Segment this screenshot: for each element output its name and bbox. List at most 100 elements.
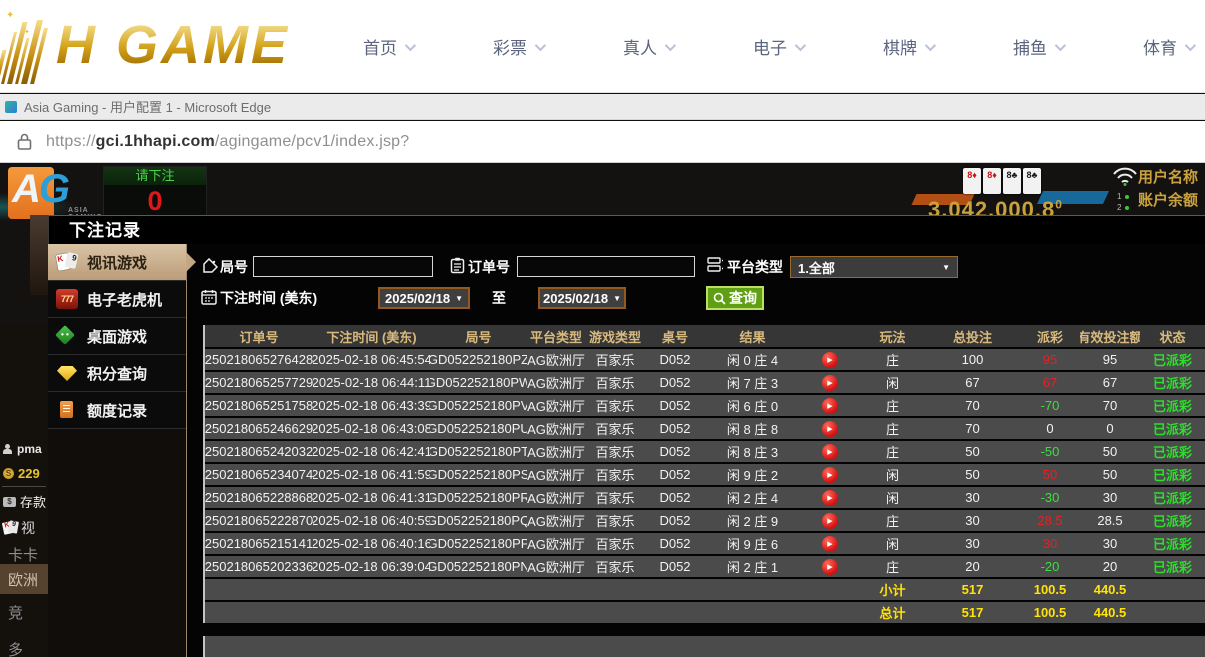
cell-play: ▶ (800, 372, 860, 393)
grand-total-row-cell: 总计 (860, 602, 925, 623)
play-video-button[interactable]: ▶ (822, 352, 838, 368)
cell-bet-time-value: 2025-02-18 06:44:11 (313, 375, 430, 390)
cell-bet-time: 2025-02-18 06:39:04 (313, 556, 430, 577)
cell-status-value: 已派彩 (1153, 534, 1192, 553)
modal-menu-item-1[interactable]: K9视讯游戏 (48, 244, 186, 281)
nav-item-5[interactable]: 棋牌 (843, 0, 973, 93)
nav-item-7[interactable]: 体育 (1103, 0, 1205, 93)
cell-bet-time-value: 2025-02-18 06:41:31 (313, 490, 430, 505)
cell-payout-value: 28.5 (1037, 513, 1062, 528)
cell-play-type-value: 庄 (886, 442, 899, 461)
nav-item-1[interactable]: 首页 (323, 0, 453, 93)
lobby-item-jing[interactable]: 竞 (8, 602, 23, 623)
logo-bars-icon (0, 20, 50, 84)
platform-type-value: 1.全部 (798, 258, 835, 277)
modal-menu-item-5[interactable]: 额度记录 (48, 392, 186, 429)
cell-status: 已派彩 (1140, 441, 1205, 462)
site-logo[interactable]: ✦ ✦ H GAME (0, 6, 310, 88)
lobby-item-europe[interactable]: 欧洲 (0, 564, 48, 594)
nav-item-4[interactable]: 电子 (713, 0, 843, 93)
cell-status: 已派彩 (1140, 510, 1205, 531)
play-video-button[interactable]: ▶ (822, 375, 838, 391)
play-video-button[interactable]: ▶ (822, 490, 838, 506)
subtotal-row-cell (205, 579, 313, 600)
cell-status: 已派彩 (1140, 487, 1205, 508)
cell-total-bet: 100 (925, 349, 1020, 370)
play-video-button[interactable]: ▶ (822, 536, 838, 552)
chevron-down-icon (405, 39, 416, 50)
cell-total-bet: 70 (925, 395, 1020, 416)
info-label: 账户余额 (1138, 189, 1205, 212)
cell-valid-bet-value: 30 (1103, 536, 1117, 551)
cell-game-type: 百家乐 (585, 510, 645, 531)
cell-round-no: GD052252180PT (430, 441, 527, 462)
order-no-input[interactable] (517, 256, 695, 277)
cell-payout-value: -30 (1041, 490, 1060, 505)
modal-menu-item-2[interactable]: 777电子老虎机 (48, 281, 186, 318)
modal-menu-item-4[interactable]: 积分查询 (48, 355, 186, 392)
cell-round-no-value: GD052252180PV (430, 398, 527, 413)
modal-menu: K9视讯游戏777电子老虎机桌面游戏积分查询额度记录 (48, 244, 187, 657)
cell-status-value: 已派彩 (1153, 488, 1192, 507)
cell-order-no-value: 250218065228868 (205, 490, 313, 505)
play-video-button[interactable]: ▶ (822, 513, 838, 529)
cell-total-bet-value: 50 (965, 444, 979, 459)
cell-round-no-value: GD052252180PZ (430, 352, 527, 367)
cell-play-type-value: 庄 (886, 350, 899, 369)
deposit-button[interactable]: $ 存款 (3, 492, 46, 511)
cell-order-no: 250218065222870 (205, 510, 313, 531)
nav-item-label: 首页 (363, 34, 397, 59)
play-video-button[interactable]: ▶ (822, 421, 838, 437)
nav-item-6[interactable]: 捕鱼 (973, 0, 1103, 93)
cell-platform-value: AG欧洲厅 (527, 465, 585, 484)
play-video-button[interactable]: ▶ (822, 398, 838, 414)
cell-game-type-value: 百家乐 (595, 488, 634, 507)
date-from-picker[interactable]: 2025/02/18▼ (378, 287, 470, 309)
cell-total-bet: 50 (925, 441, 1020, 462)
nav-item-2[interactable]: 彩票 (453, 0, 583, 93)
play-video-button[interactable]: ▶ (822, 559, 838, 575)
cell-round-no: GD052252180PW (430, 372, 527, 393)
subtotal-row-cell (313, 579, 430, 600)
cell-order-no: 250218065228868 (205, 487, 313, 508)
subtotal-row-cell (1140, 579, 1205, 600)
cell-valid-bet: 0 (1080, 418, 1140, 439)
table-row-3: 2502180652517582025-02-18 06:43:39GD0522… (205, 395, 1205, 416)
cell-platform-value: AG欧洲厅 (527, 488, 585, 507)
search-label: 查询 (729, 288, 757, 308)
deposit-label: 存款 (20, 492, 46, 511)
cell-game-type-value: 百家乐 (595, 465, 634, 484)
cell-play-type-value: 闲 (886, 488, 899, 507)
table-row-5: 2502180652420322025-02-18 06:42:41GD0522… (205, 441, 1205, 462)
cell-payout-value: -50 (1041, 444, 1060, 459)
dollar-icon: $ (3, 497, 16, 507)
lobby-item-video[interactable]: K9视 (3, 518, 35, 538)
round-no-input[interactable] (253, 256, 433, 277)
cell-round-no-value: GD052252180PU (430, 421, 527, 436)
cell-payout-value: -70 (1041, 398, 1060, 413)
search-button[interactable]: 查询 (706, 286, 764, 310)
url-text[interactable]: https://gci.1hhapi.com/agingame/pcv1/ind… (46, 133, 409, 151)
lobby-item-duo[interactable]: 多 (8, 639, 23, 657)
nav-item-3[interactable]: 真人 (583, 0, 713, 93)
date-to-picker[interactable]: 2025/02/18▼ (538, 287, 626, 309)
cards-icon: K9 (3, 521, 17, 535)
site-header: ✦ ✦ H GAME 首页 彩票真人电子棋牌捕鱼 体育 (0, 0, 1205, 93)
platform-type-select[interactable]: 1.全部▼ (790, 256, 958, 278)
chevron-down-icon (925, 39, 936, 50)
cell-play: ▶ (800, 464, 860, 485)
nav-item-label: 体育 (1143, 34, 1177, 59)
cell-table-no-value: D052 (659, 421, 690, 436)
cell-round-no-value: GD052252180PT (430, 444, 527, 459)
grand-total-row-cell: 100.5 (1020, 602, 1080, 623)
modal-menu-item-3[interactable]: 桌面游戏 (48, 318, 186, 355)
lobby-item-card[interactable]: 卡卡 (8, 544, 38, 565)
cell-round-no: GD052252180PU (430, 418, 527, 439)
play-video-button[interactable]: ▶ (822, 467, 838, 483)
table-row-1: 2502180652764282025-02-18 06:45:54GD0522… (205, 349, 1205, 370)
url-bar[interactable]: https://gci.1hhapi.com/agingame/pcv1/ind… (0, 121, 1205, 163)
cell-platform-value: AG欧洲厅 (527, 419, 585, 438)
play-video-button[interactable]: ▶ (822, 444, 838, 460)
subtotal-row-cell: 440.5 (1080, 579, 1140, 600)
cell-bet-time: 2025-02-18 06:42:41 (313, 441, 430, 462)
